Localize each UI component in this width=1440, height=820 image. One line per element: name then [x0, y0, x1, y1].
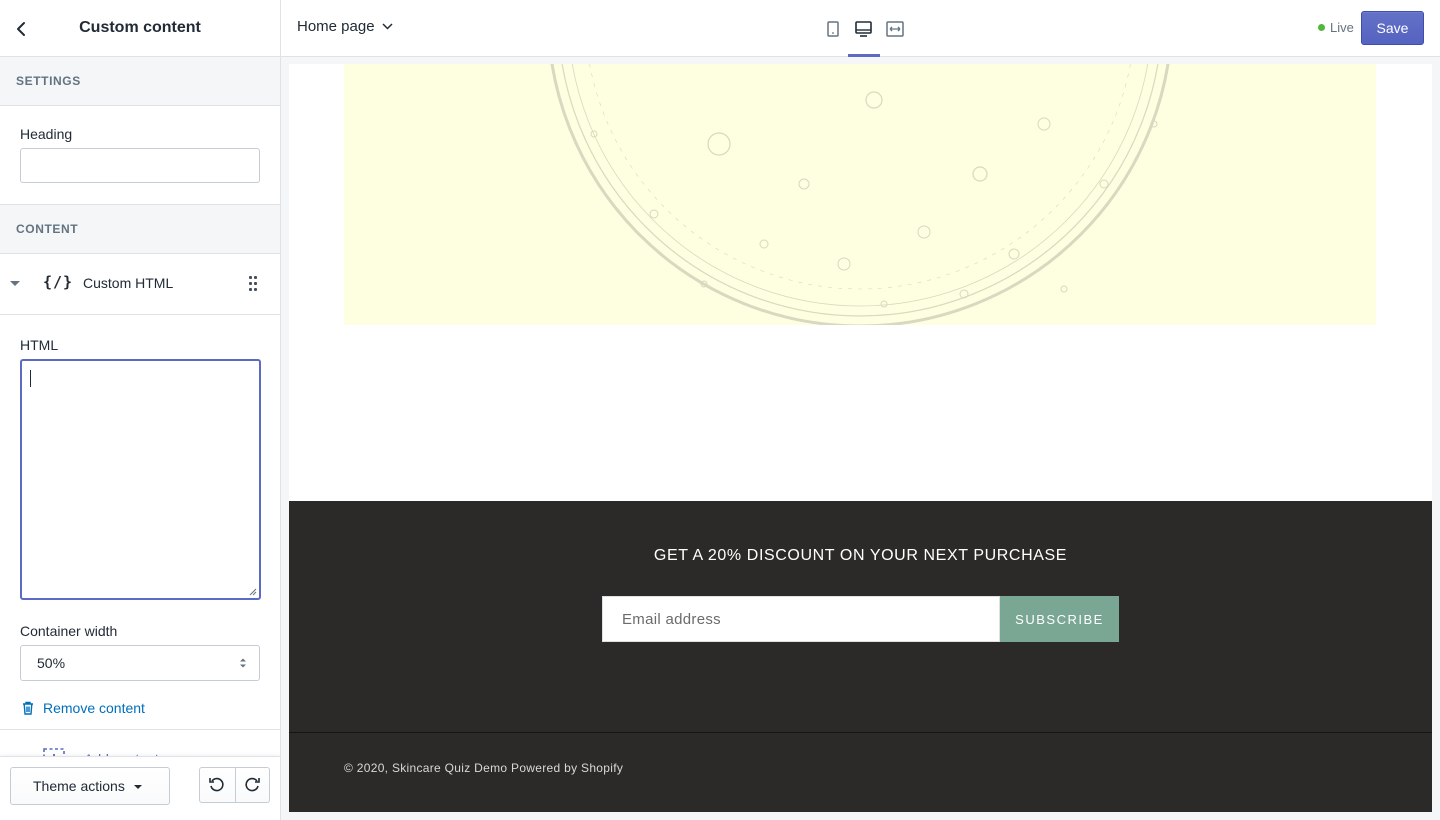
chevron-down-icon	[382, 23, 393, 30]
resize-grip-icon[interactable]	[249, 588, 257, 596]
copyright-line: © 2020, Skincare Quiz Demo Powered by Sh…	[344, 761, 623, 775]
hero-image	[344, 64, 1376, 325]
newsletter-form: Email address SUBSCRIBE	[602, 596, 1119, 642]
custom-html-block-row[interactable]: {/} Custom HTML	[0, 254, 280, 315]
sidebar-header: Custom content	[0, 0, 280, 57]
html-field-block: HTML Container width 50% Remove content	[0, 315, 280, 718]
page-selector[interactable]: Home page	[297, 18, 393, 35]
sidebar-footer: Theme actions	[0, 756, 280, 820]
fullwidth-icon	[885, 20, 904, 37]
subscribe-button[interactable]: SUBSCRIBE	[1000, 596, 1119, 642]
live-status: Live	[1318, 20, 1354, 35]
remove-content-label: Remove content	[43, 700, 145, 716]
code-icon: {/}	[43, 273, 74, 291]
sidebar-divider	[0, 729, 280, 730]
undo-icon	[209, 777, 224, 792]
container-width-value: 50%	[37, 655, 66, 671]
container-width-label: Container width	[20, 623, 118, 639]
theme-actions-label: Theme actions	[33, 778, 125, 794]
email-input[interactable]: Email address	[602, 596, 1000, 642]
select-arrows-icon	[240, 658, 246, 668]
theme-actions-button[interactable]: Theme actions	[10, 767, 170, 805]
redo-icon	[245, 777, 261, 792]
footer-divider	[289, 732, 1432, 733]
redo-button[interactable]	[234, 768, 270, 802]
mobile-icon	[826, 20, 839, 37]
save-button[interactable]: Save	[1361, 11, 1424, 45]
mobile-view-button[interactable]	[817, 0, 848, 57]
heading-field-block: Heading	[0, 106, 280, 205]
container-width-select[interactable]: 50%	[20, 645, 260, 681]
editor-topbar: Home page Live Save	[281, 0, 1440, 57]
copyright-text[interactable]: © 2020, Skincare Quiz Demo	[344, 761, 507, 775]
powered-by-link[interactable]: Powered by Shopify	[511, 761, 623, 775]
remove-content-link[interactable]: Remove content	[20, 698, 260, 718]
collapse-caret-icon[interactable]	[10, 281, 20, 286]
heading-label: Heading	[20, 126, 73, 142]
settings-section-heading: SETTINGS	[0, 57, 280, 106]
html-textarea[interactable]	[20, 359, 261, 600]
back-button[interactable]	[8, 16, 34, 42]
undo-button[interactable]	[200, 768, 235, 802]
desktop-icon	[855, 20, 872, 37]
promo-heading: GET A 20% DISCOUNT ON YOUR NEXT PURCHASE	[653, 547, 1068, 564]
device-switcher	[817, 0, 910, 57]
chevron-left-icon	[17, 22, 25, 36]
heading-input[interactable]	[20, 148, 260, 183]
block-label: Custom HTML	[83, 275, 174, 291]
text-cursor	[30, 370, 31, 387]
drag-handle-icon[interactable]	[249, 276, 259, 292]
hero-illustration	[550, 64, 1170, 325]
content-section-heading: CONTENT	[0, 205, 280, 254]
live-status-dot	[1318, 24, 1325, 31]
sidebar-title: Custom content	[79, 19, 201, 36]
editor-sidebar: Custom content SETTINGS Heading CONTENT …	[0, 0, 281, 820]
storefront-preview: GET A 20% DISCOUNT ON YOUR NEXT PURCHASE…	[289, 64, 1432, 812]
trash-icon	[23, 701, 33, 715]
desktop-view-button[interactable]	[848, 0, 880, 57]
html-label: HTML	[20, 337, 59, 353]
undo-redo-group	[199, 767, 270, 803]
caret-down-icon	[133, 785, 142, 789]
live-status-label: Live	[1330, 20, 1354, 35]
page-selector-label: Home page	[297, 18, 375, 35]
fullwidth-view-button[interactable]	[879, 0, 910, 57]
newsletter-footer: GET A 20% DISCOUNT ON YOUR NEXT PURCHASE…	[289, 501, 1432, 812]
